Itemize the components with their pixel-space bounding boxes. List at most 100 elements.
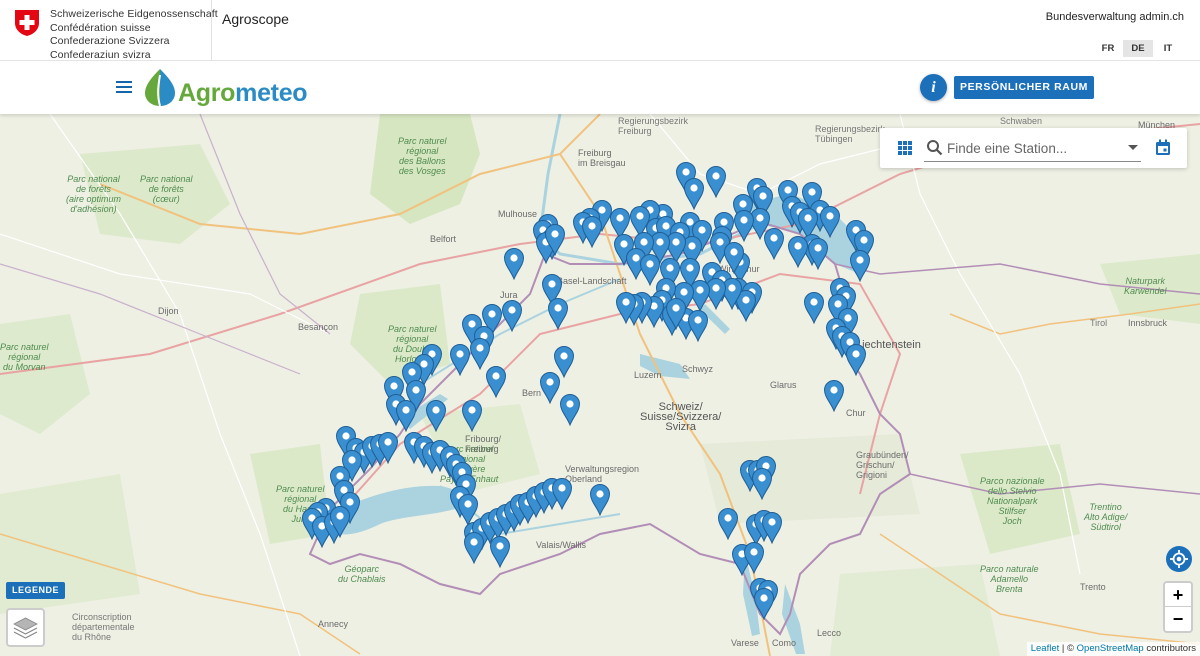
layers-button[interactable] [6,608,45,647]
lang-de[interactable]: DE [1123,40,1153,57]
station-marker-icon[interactable] [503,247,525,280]
label-trentino: Trentino Alto Adige/Südtirol [1084,502,1128,532]
station-marker-icon[interactable] [849,249,871,282]
app-header: Agrometeo i PERSÖNLICHER RAUM [0,61,1200,114]
station-marker-icon[interactable] [665,297,687,330]
zoom-control: + − [1163,581,1193,633]
menu-icon[interactable] [116,81,132,93]
label-tirol: Tirol [1090,318,1108,328]
logo-agro: Agro [178,79,236,107]
federal-name-fr: Confédération suisse [50,21,151,34]
swiss-coat-of-arms-icon[interactable] [14,9,40,37]
label-rhone: Circonscription départementale du Rhône [72,612,135,642]
federal-name-de: Schweizerische Eidgenossenschaft [50,8,218,20]
label-adamello: Parco naturale Adamello Brenta [980,564,1039,594]
agroscope-title: Agroscope [222,11,289,27]
label-innsbruck: Innsbruck [1128,318,1168,328]
station-marker-icon[interactable] [615,291,637,324]
station-marker-icon[interactable] [733,209,755,242]
station-marker-icon[interactable] [485,365,507,398]
leaflet-link[interactable]: Leaflet [1031,643,1060,654]
osm-link[interactable]: OpenStreetMap [1077,643,1144,654]
search-underline [924,161,1141,162]
layers-icon [13,617,38,639]
label-chur: Chur [846,408,866,418]
station-marker-icon[interactable] [449,343,471,376]
label-forets-coeur: Parc national de forêts (cœur) [140,174,193,204]
station-marker-icon[interactable] [787,235,809,268]
station-marker-icon[interactable] [751,467,773,500]
chevron-down-icon[interactable] [1128,145,1138,150]
admin-link[interactable]: Bundesverwaltung admin.ch [1046,11,1184,23]
station-marker-icon[interactable] [743,541,765,574]
label-graubuenden: Graubünden/Grischun/Grigioni [856,450,909,480]
station-marker-icon[interactable] [807,237,829,270]
label-schweiz: Schweiz/Suisse/Svizzera/Svizra [640,401,722,433]
info-button[interactable]: i [920,74,947,101]
label-morvan: Parc naturel régional du Morvan [0,342,49,372]
zoom-out-button[interactable]: − [1165,607,1191,631]
label-lecco: Lecco [817,628,842,638]
locate-icon [1170,550,1188,568]
label-freiburg-bezirk: Regierungsbezirk Freiburg [618,116,689,136]
station-marker-icon[interactable] [463,531,485,564]
label-belfort: Belfort [430,234,457,244]
label-fribourg: Fribourg/Freiburg [465,434,502,454]
station-marker-icon[interactable] [845,343,867,376]
label-basel: Basel-Landschaft [557,276,627,286]
label-oberland: Verwaltungsregion Oberland [565,464,640,484]
station-marker-icon[interactable] [761,511,783,544]
federal-bar: Schweizerische Eidgenossenschaft Confédé… [0,0,1200,61]
station-marker-icon[interactable] [559,393,581,426]
station-marker-icon[interactable] [501,299,523,332]
station-marker-icon[interactable] [763,227,785,260]
station-marker-icon[interactable] [803,291,825,324]
label-como: Como [772,638,797,648]
label-besancon: Besançon [298,322,339,332]
federal-names: Schweizerische Eidgenossenschaft Confédé… [50,8,218,62]
station-search-panel [880,128,1187,168]
lang-fr[interactable]: FR [1093,40,1123,57]
station-marker-icon[interactable] [705,165,727,198]
label-trento: Trento [1080,582,1106,592]
label-tuebingen-bezirk: Regierungsbezirk Tübingen [815,124,886,144]
label-chablais: Géoparc du Chablais [338,564,386,584]
label-dijon: Dijon [158,306,179,316]
label-annecy: Annecy [318,619,349,629]
calendar-icon[interactable] [1155,139,1171,156]
station-marker-icon[interactable] [461,399,483,432]
grid-view-icon[interactable] [898,141,912,155]
station-marker-icon[interactable] [547,297,569,330]
search-icon [927,140,943,156]
station-marker-icon[interactable] [539,371,561,404]
lang-it[interactable]: IT [1153,40,1183,57]
personal-space-button[interactable]: PERSÖNLICHER RAUM [954,76,1094,99]
station-marker-icon[interactable] [753,587,775,620]
station-marker-icon[interactable] [589,483,611,516]
station-marker-icon[interactable] [425,399,447,432]
agrometeo-leaf-icon[interactable] [142,67,178,107]
station-marker-icon[interactable] [329,505,351,538]
label-valais: Valais/Wallis [536,540,587,550]
station-marker-icon[interactable] [581,215,603,248]
locate-button[interactable] [1166,546,1192,572]
legend-button[interactable]: LEGENDE [6,582,65,599]
station-marker-icon[interactable] [395,399,417,432]
station-marker-icon[interactable] [377,431,399,464]
label-freiburg: Freiburg im Breisgau [578,148,626,168]
station-marker-icon[interactable] [717,507,739,540]
agrometeo-logo[interactable]: Agrometeo [178,79,308,108]
label-glarus: Glarus [770,380,797,390]
station-map[interactable]: Parc naturel régional des Ballons des Vosge… [0,114,1200,656]
station-marker-icon[interactable] [683,177,705,210]
station-marker-icon[interactable] [823,379,845,412]
station-marker-icon[interactable] [551,477,573,510]
station-marker-icon[interactable] [489,535,511,568]
station-search-input[interactable] [947,138,1107,158]
station-marker-icon[interactable] [544,223,566,256]
attribution-separator: | © [1059,643,1077,654]
station-marker-icon[interactable] [687,309,709,342]
logo-meteo: meteo [235,79,308,107]
federal-name-it: Confederazione Svizzera [50,35,170,47]
zoom-in-button[interactable]: + [1165,583,1191,607]
